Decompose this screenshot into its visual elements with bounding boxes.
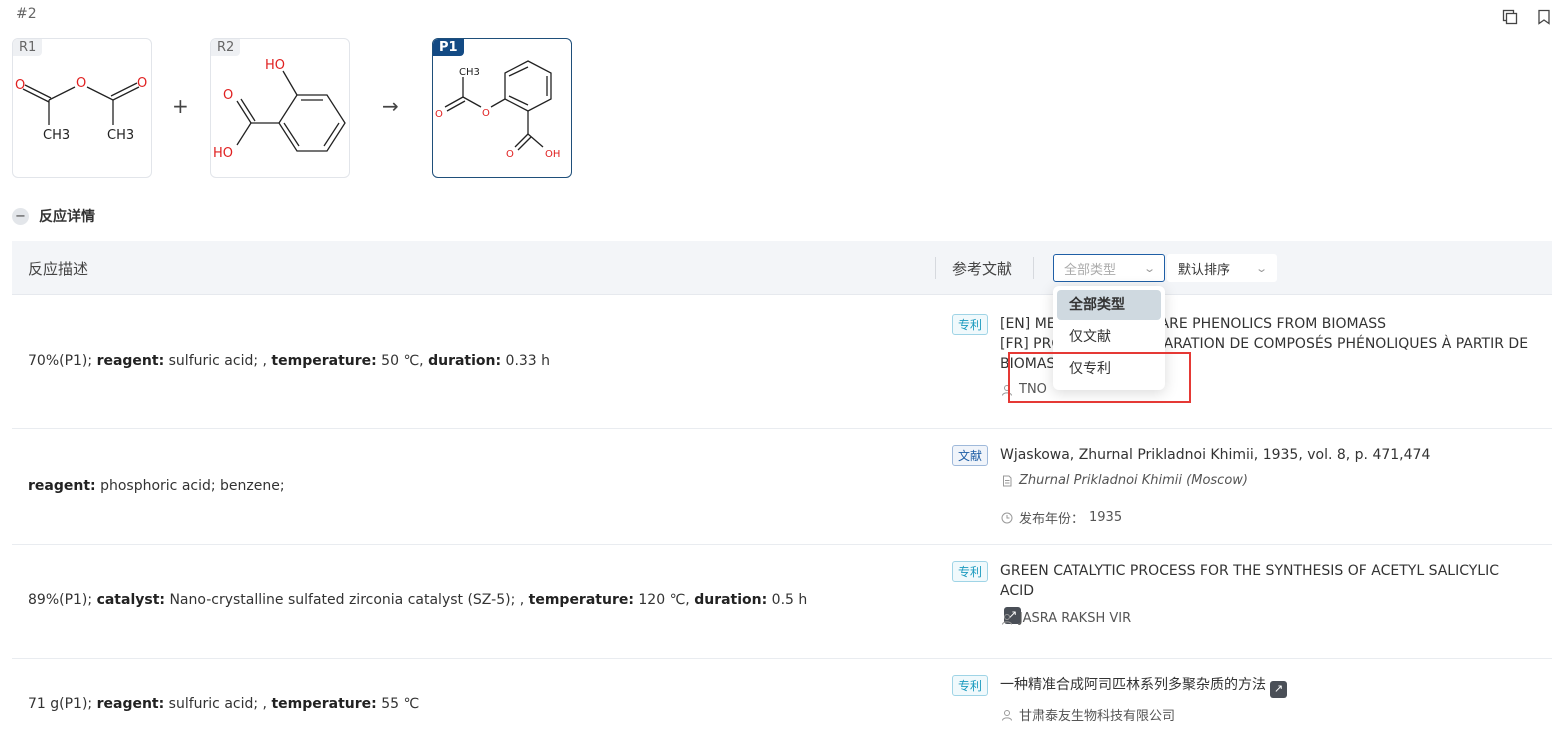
reference-author: TNO	[1000, 382, 1047, 397]
reaction-description: 70%(P1); reagent: sulfuric acid; , tempe…	[28, 353, 551, 369]
dropdown-option-patent-only[interactable]: 仅专利	[1057, 354, 1161, 384]
reference-title[interactable]: 一种精准合成阿司匹林系列多聚杂质的方法 ↗	[1000, 675, 1530, 698]
salicylic-acid-structure: HO O HO	[213, 58, 346, 161]
user-icon	[1000, 383, 1014, 397]
table-header: 反应描述 参考文献 全部类型 ⌄ 默认排序 ⌄	[12, 241, 1552, 295]
svg-text:OH: OH	[545, 149, 560, 160]
reference-title[interactable]: Wjaskowa, Zhurnal Prikladnoi Khimii, 193…	[1000, 445, 1530, 465]
svg-text:HO: HO	[265, 58, 285, 73]
svg-text:CH3: CH3	[459, 67, 480, 78]
reference-year: 发布年份： 1935	[1000, 508, 1122, 527]
top-actions	[1501, 8, 1553, 26]
svg-text:O: O	[435, 109, 443, 120]
reactant-r1-card[interactable]: R1 O O O CH3 CH3	[12, 38, 152, 178]
svg-text:CH3: CH3	[43, 128, 70, 143]
product-p1-card[interactable]: P1 CH3 O O O OH	[432, 38, 572, 178]
column-divider	[935, 257, 936, 279]
reaction-description: reagent: phosphoric acid; benzene;	[28, 478, 285, 494]
reactant-r2-card[interactable]: R2 HO O HO	[210, 38, 350, 178]
table-row: 89%(P1); catalyst: Nano-crystalline sulf…	[12, 545, 1552, 659]
table-row: 71 g(P1); reagent: sulfuric acid; , temp…	[12, 659, 1552, 745]
dropdown-option-all[interactable]: 全部类型	[1057, 290, 1161, 320]
reaction-description: 89%(P1); catalyst: Nano-crystalline sulf…	[28, 592, 808, 608]
reference-journal: Zhurnal Prikladnoi Khimii (Moscow)	[1000, 473, 1248, 488]
section-title: 反应详情	[39, 209, 95, 225]
svg-text:O: O	[482, 108, 490, 119]
chevron-down-icon: ⌄	[1142, 261, 1156, 275]
reference-author: JASRA RAKSH VIR	[1000, 611, 1131, 626]
literature-badge: 文献	[952, 445, 989, 466]
sort-label: 默认排序	[1178, 262, 1231, 278]
reference-type-dropdown: 全部类型 仅文献 仅专利	[1053, 286, 1165, 390]
clock-icon	[1000, 511, 1014, 525]
svg-text:O: O	[137, 76, 147, 91]
column-header-description: 反应描述	[28, 260, 89, 278]
patent-badge: 专利	[952, 561, 989, 582]
plus-sign: +	[172, 94, 189, 118]
svg-text:O: O	[223, 88, 233, 103]
reaction-arrow: →	[382, 94, 399, 118]
collapse-icon[interactable]: −	[12, 207, 29, 225]
reference-type-placeholder: 全部类型	[1064, 262, 1117, 278]
patent-badge: 专利	[952, 314, 989, 335]
chevron-down-icon: ⌄	[1254, 261, 1268, 275]
table-row: 70%(P1); reagent: sulfuric acid; , tempe…	[12, 296, 1552, 429]
dropdown-option-literature-only[interactable]: 仅文献	[1057, 322, 1161, 352]
svg-text:O: O	[15, 78, 25, 93]
reference-type-select[interactable]: 全部类型 ⌄	[1053, 254, 1165, 282]
svg-text:O: O	[506, 149, 514, 160]
reaction-description: 71 g(P1); reagent: sulfuric acid; , temp…	[28, 696, 420, 712]
document-icon	[1000, 474, 1014, 488]
external-link-icon[interactable]: ↗	[1270, 680, 1287, 698]
reaction-scheme: R1 O O O CH3 CH3 + R2 HO O HO → P1 CH3 O…	[12, 38, 612, 178]
column-header-references: 参考文献	[952, 260, 1013, 278]
user-icon	[1000, 612, 1014, 626]
svg-text:HO: HO	[213, 146, 233, 161]
reaction-details-header[interactable]: − 反应详情	[12, 206, 95, 226]
user-icon	[1000, 708, 1014, 722]
patent-badge: 专利	[952, 675, 989, 696]
bookmark-icon[interactable]	[1535, 8, 1553, 26]
copy-icon[interactable]	[1501, 8, 1519, 26]
svg-text:O: O	[76, 76, 86, 91]
reference-author: 甘肃泰友生物科技有限公司	[1000, 705, 1175, 724]
svg-text:CH3: CH3	[107, 128, 134, 143]
sort-select[interactable]: 默认排序 ⌄	[1167, 254, 1277, 282]
reaction-index: #2	[16, 6, 37, 22]
aspirin-structure: CH3 O O O OH	[435, 60, 560, 160]
table-row: reagent: phosphoric acid; benzene; 文献 Wj…	[12, 429, 1552, 545]
acetic-anhydride-structure: O O O CH3 CH3	[15, 76, 147, 143]
column-divider	[1033, 257, 1034, 279]
